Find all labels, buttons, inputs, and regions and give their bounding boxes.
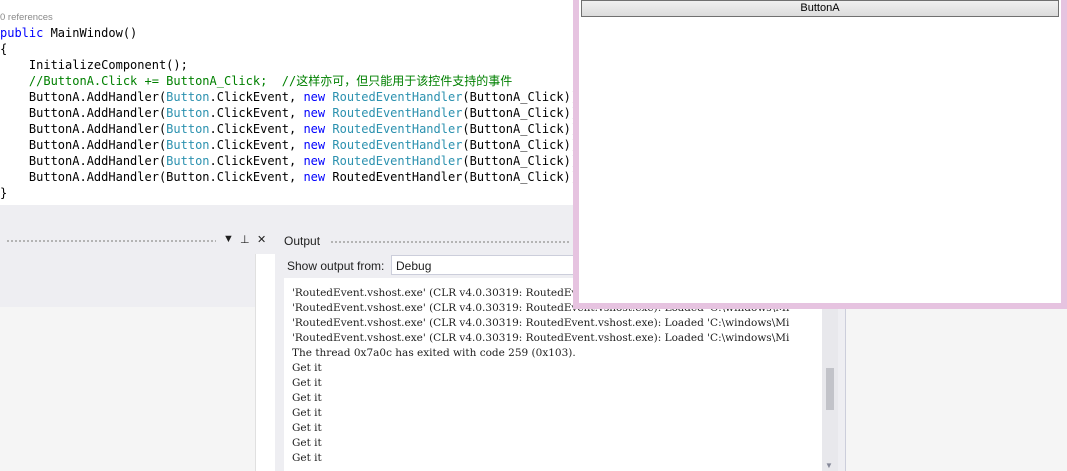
code-token: (ButtonA_Click)); bbox=[462, 154, 575, 168]
show-output-from-label: Show output from: bbox=[287, 259, 385, 273]
scrollbar-thumb[interactable] bbox=[826, 368, 834, 410]
code-token: Button bbox=[166, 90, 210, 104]
right-tool-panel bbox=[845, 305, 1067, 471]
tool-window-inner bbox=[0, 307, 255, 471]
output-line: Get it bbox=[292, 407, 322, 419]
code-line[interactable]: InitializeComponent(); bbox=[0, 57, 188, 73]
output-line: 'RoutedEvent.vshost.exe' (CLR v4.0.30319… bbox=[292, 317, 790, 329]
output-line: Get it bbox=[292, 422, 322, 434]
output-source-select[interactable]: Debug bbox=[391, 255, 576, 275]
pin-icon[interactable]: ⊥ bbox=[240, 233, 250, 246]
code-token: (ButtonA_Click)); bbox=[462, 122, 575, 136]
code-token: RoutedEventHandler bbox=[332, 106, 463, 120]
scroll-down-icon[interactable]: ▼ bbox=[825, 461, 833, 470]
code-token: new bbox=[303, 122, 326, 136]
code-token: ButtonA.AddHandler(Button.ClickEvent, bbox=[0, 170, 304, 184]
code-token: RoutedEventHandler bbox=[332, 138, 463, 152]
code-token: ButtonA.AddHandler( bbox=[0, 154, 167, 168]
tool-window-titlebar: ▼ ⊥ ✕ bbox=[0, 228, 274, 254]
titlebar-grip[interactable] bbox=[6, 239, 216, 244]
code-line[interactable]: ButtonA.AddHandler(Button.ClickEvent, ne… bbox=[0, 89, 575, 105]
output-line: Get it bbox=[292, 377, 322, 389]
code-token: RoutedEventHandler bbox=[332, 122, 463, 136]
code-token: .ClickEvent, bbox=[209, 90, 304, 104]
code-token: Button bbox=[166, 154, 210, 168]
code-token: (ButtonA_Click)); bbox=[462, 90, 575, 104]
output-titlebar-grip[interactable] bbox=[330, 240, 570, 245]
tool-window-content bbox=[0, 254, 274, 471]
code-token: } bbox=[0, 186, 8, 200]
button-a[interactable]: ButtonA bbox=[581, 0, 1059, 17]
output-line: Get it bbox=[292, 392, 322, 404]
code-line[interactable]: } bbox=[0, 185, 7, 201]
code-token: new bbox=[303, 154, 326, 168]
code-line[interactable]: public MainWindow() bbox=[0, 25, 137, 41]
output-line: Get it bbox=[292, 452, 322, 464]
code-token: new bbox=[303, 90, 326, 104]
code-line[interactable]: ButtonA.AddHandler(Button.ClickEvent, ne… bbox=[0, 121, 575, 137]
code-token: ButtonA.AddHandler( bbox=[0, 90, 167, 104]
code-token: .ClickEvent, bbox=[209, 154, 304, 168]
code-token: RoutedEventHandler bbox=[332, 154, 463, 168]
references-codelens[interactable]: 0 references bbox=[0, 12, 53, 23]
code-token: (ButtonA_Click)); bbox=[462, 106, 575, 120]
code-token: ButtonA.AddHandler( bbox=[0, 122, 167, 136]
code-token: (ButtonA_Click)); bbox=[462, 138, 575, 152]
code-token: .ClickEvent, bbox=[209, 122, 304, 136]
output-line: The thread 0x7a0c has exited with code 2… bbox=[292, 347, 576, 359]
code-token: ButtonA.AddHandler( bbox=[0, 138, 167, 152]
wpf-window: ButtonA bbox=[573, 0, 1067, 309]
code-token: public bbox=[0, 26, 44, 40]
code-line[interactable]: { bbox=[0, 41, 7, 57]
code-token: ButtonA.AddHandler( bbox=[0, 106, 167, 120]
code-token: Button bbox=[166, 138, 210, 152]
output-line: 'RoutedEvent.vshost.exe' (CLR v4.0.30319… bbox=[292, 332, 790, 344]
output-line: Get it bbox=[292, 362, 322, 374]
tool-window-scroll-area[interactable] bbox=[255, 254, 275, 471]
code-token: new bbox=[303, 170, 326, 184]
code-editor[interactable]: 0 references public MainWindow(){ Initia… bbox=[0, 0, 575, 205]
code-token: RoutedEventHandler(ButtonA_Click)); bbox=[325, 170, 575, 184]
code-line[interactable]: //ButtonA.Click += ButtonA_Click; //这样亦可… bbox=[0, 73, 512, 89]
wpf-window-client: ButtonA bbox=[579, 0, 1061, 303]
triangle-down-icon[interactable]: ▼ bbox=[223, 233, 234, 245]
code-token: InitializeComponent(); bbox=[0, 58, 188, 72]
code-token: .ClickEvent, bbox=[209, 106, 304, 120]
tool-window-left: ▼ ⊥ ✕ bbox=[0, 228, 275, 471]
code-token: MainWindow() bbox=[43, 26, 138, 40]
code-line[interactable]: ButtonA.AddHandler(Button.ClickEvent, ne… bbox=[0, 137, 575, 153]
close-icon[interactable]: ✕ bbox=[257, 233, 266, 246]
code-token: //ButtonA.Click += ButtonA_Click; //这样亦可… bbox=[0, 74, 513, 88]
code-token: new bbox=[303, 106, 326, 120]
code-line[interactable]: ButtonA.AddHandler(Button.ClickEvent, ne… bbox=[0, 153, 575, 169]
code-line[interactable]: ButtonA.AddHandler(Button.ClickEvent, ne… bbox=[0, 105, 575, 121]
code-token: new bbox=[303, 138, 326, 152]
code-token: .ClickEvent, bbox=[209, 138, 304, 152]
code-token: RoutedEventHandler bbox=[332, 90, 463, 104]
code-line[interactable]: ButtonA.AddHandler(Button.ClickEvent, ne… bbox=[0, 169, 575, 185]
output-title[interactable]: Output bbox=[284, 234, 320, 248]
output-line: Get it bbox=[292, 437, 322, 449]
code-token: Button bbox=[166, 106, 210, 120]
code-token: { bbox=[0, 42, 8, 56]
code-token: Button bbox=[166, 122, 210, 136]
